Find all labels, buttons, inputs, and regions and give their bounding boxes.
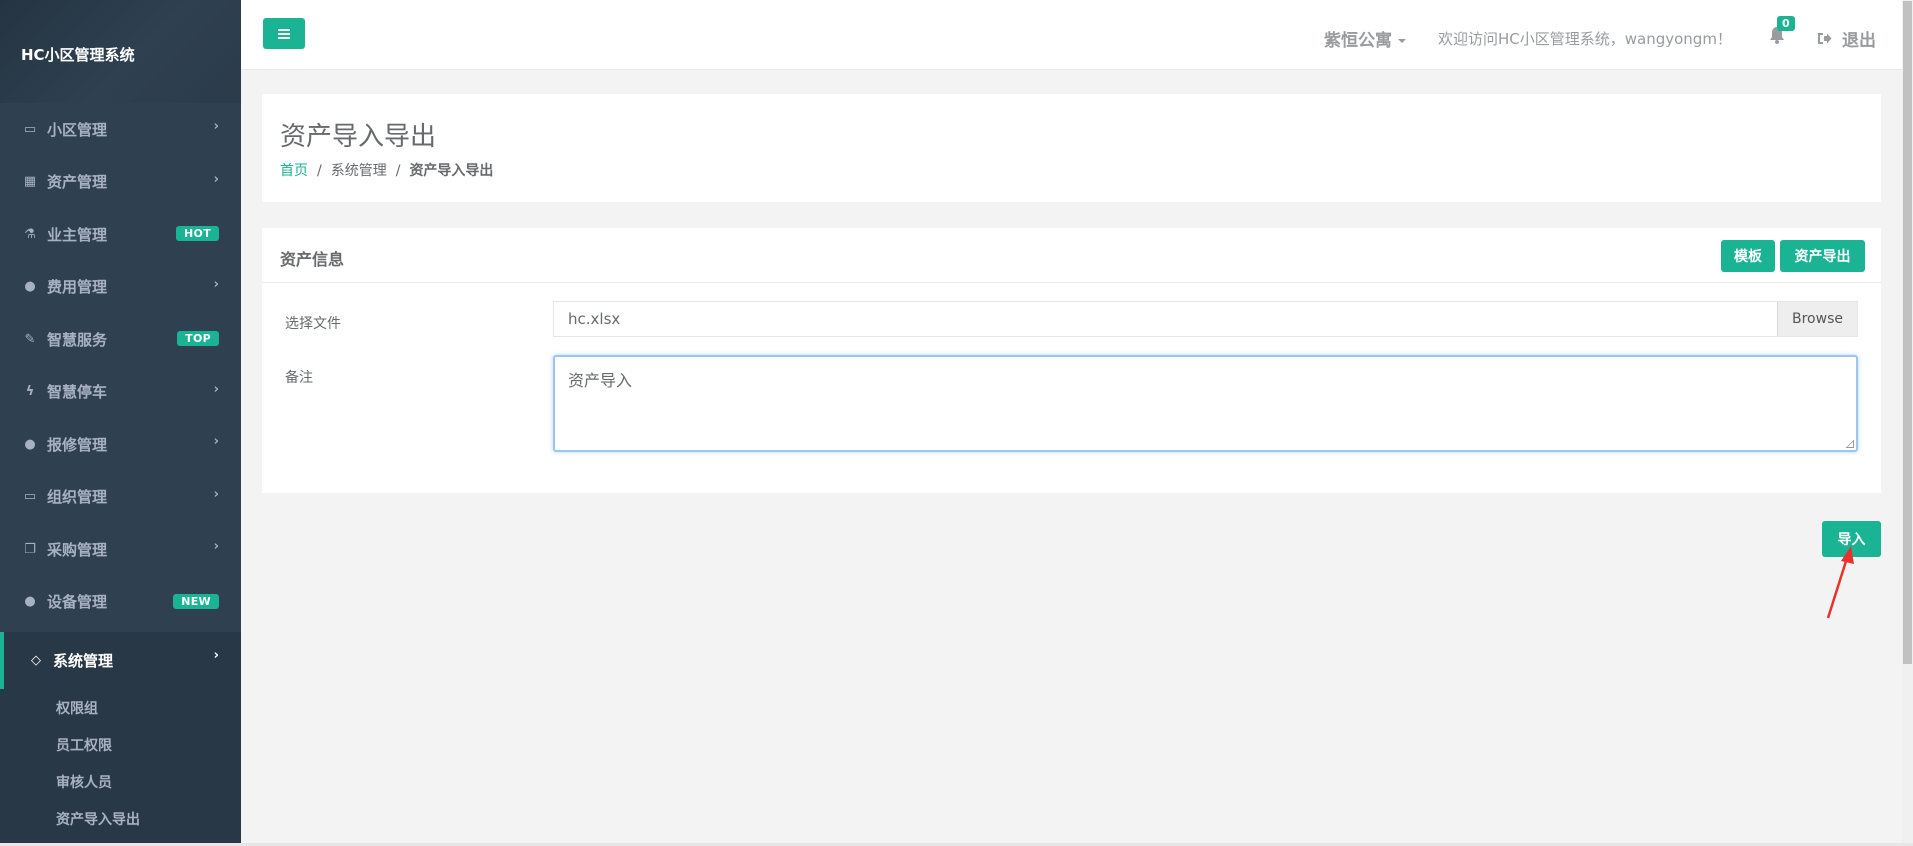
resize-handle-icon[interactable] — [1846, 440, 1854, 448]
panel-title: 资产信息 — [280, 250, 345, 269]
globe-icon: ● — [24, 436, 36, 452]
community-name: 紫恒公寓 — [1324, 31, 1392, 51]
browse-button[interactable]: Browse — [1777, 302, 1857, 336]
sidebar-badge: TOP — [177, 331, 219, 346]
vertical-scrollbar[interactable] — [1902, 0, 1913, 846]
submenu-item[interactable]: 员工权限 — [0, 726, 241, 763]
submenu-item[interactable]: 权限组 — [0, 689, 241, 726]
submenu-item[interactable]: 资产导入导出 — [0, 800, 241, 837]
globe-icon: ● — [24, 279, 36, 295]
flask-icon: ⚗ — [24, 226, 36, 242]
chevron-right-icon: › — [213, 486, 219, 502]
notification-count-badge: 0 — [1777, 16, 1795, 31]
file-input[interactable]: hc.xlsx Browse — [553, 301, 1858, 337]
sidebar-item-1[interactable]: ▭ 小区管理 › — [0, 103, 241, 156]
sidebar-item-label: 业主管理 — [47, 225, 108, 244]
community-dropdown[interactable]: 紫恒公寓 — [1324, 26, 1406, 51]
bolt-icon: ϟ — [25, 384, 35, 400]
remark-label: 备注 — [285, 370, 313, 386]
remark-value: 资产导入 — [568, 371, 633, 390]
edit-icon: ✎ — [24, 331, 36, 347]
laptop-icon: ▭ — [23, 121, 37, 137]
sidebar-item-3[interactable]: ⚗ 业主管理 HOT — [0, 208, 241, 261]
panel-header: 资产信息 模板 资产导出 — [262, 228, 1881, 283]
sidebar-nav: ▭ 小区管理 › ▦ 资产管理 › ⚗ 业主管理 HOT ● 费用管理 › ✎ 智慧服务 TOP ϟ 智慧停车 ›… — [0, 103, 241, 846]
sidebar-item-10[interactable]: ● 设备管理 NEW — [0, 576, 241, 629]
sidebar-badge: NEW — [173, 593, 219, 609]
sidebar-item-system-management[interactable]: ◇ 系统管理 › — [0, 632, 241, 689]
welcome-text: 欢迎访问HC小区管理系统，wangyongm！ — [1438, 30, 1732, 48]
globe-icon: ● — [24, 594, 36, 610]
logout-button[interactable]: 退出 — [1817, 26, 1876, 51]
system-submenu: 权限组员工权限审核人员资产导入导出修改密码 — [0, 689, 241, 846]
diamond-icon: ◇ — [31, 653, 41, 668]
file-name-value: hc.xlsx — [568, 310, 621, 328]
sidebar-badge: HOT — [176, 226, 219, 241]
page-title: 资产导入导出 — [280, 122, 437, 152]
copy-icon: ❐ — [24, 541, 36, 557]
chevron-right-icon: › — [213, 171, 219, 187]
chevron-right-icon: › — [213, 539, 219, 554]
chevron-right-icon: › — [213, 434, 219, 449]
scrollbar-thumb[interactable] — [1903, 1, 1912, 664]
grid-icon: ▦ — [23, 174, 37, 190]
breadcrumb: 首页 / 系统管理 / 资产导入导出 — [280, 160, 493, 180]
breadcrumb-parent: 系统管理 — [330, 163, 387, 179]
asset-info-panel: 资产信息 模板 资产导出 选择文件 hc.xlsx Browse 备注 资产导入 — [262, 228, 1881, 493]
sidebar-item-2[interactable]: ▦ 资产管理 › — [0, 156, 241, 209]
breadcrumb-separator: / — [395, 163, 401, 179]
breadcrumb-separator: / — [317, 163, 322, 179]
notification-bell[interactable]: 0 — [1769, 16, 1795, 48]
sign-out-icon — [1818, 33, 1832, 44]
sidebar-item-label: 资产管理 — [47, 173, 108, 192]
sidebar-item-8[interactable]: ▭ 组织管理 › — [0, 471, 241, 524]
asset-export-button[interactable]: 资产导出 — [1780, 240, 1865, 272]
brand-title: HC小区管理系统 — [0, 0, 241, 103]
chevron-right-icon: › — [213, 119, 219, 134]
sidebar-item-9[interactable]: ❐ 采购管理 › — [0, 523, 241, 576]
template-button[interactable]: 模板 — [1721, 240, 1775, 272]
sidebar-item-6[interactable]: ϟ 智慧停车 › — [0, 366, 241, 419]
sidebar: HC小区管理系统 ▭ 小区管理 › ▦ 资产管理 › ⚗ 业主管理 HOT ● 费用管理 › ✎ 智慧服务… — [0, 0, 241, 846]
page-header: 资产导入导出 首页 / 系统管理 / 资产导入导出 — [262, 94, 1881, 202]
sidebar-item-4[interactable]: ● 费用管理 › — [0, 261, 241, 314]
desktop-icon: ▭ — [23, 489, 37, 505]
sidebar-item-label: 智慧服务 — [47, 330, 108, 349]
sidebar-item-7[interactable]: ● 报修管理 › — [0, 418, 241, 471]
menu-toggle-button[interactable] — [263, 18, 305, 49]
logout-label: 退出 — [1842, 31, 1876, 51]
chevron-right-icon: › — [213, 276, 219, 292]
breadcrumb-current: 资产导入导出 — [409, 163, 494, 179]
red-arrow-annotation — [1826, 546, 1854, 619]
sidebar-item-label: 报修管理 — [47, 435, 108, 454]
sidebar-item-5[interactable]: ✎ 智慧服务 TOP — [0, 313, 241, 366]
sidebar-item-label: 费用管理 — [47, 278, 108, 297]
file-label: 选择文件 — [285, 316, 341, 332]
caret-down-icon — [1398, 39, 1406, 43]
sidebar-item-label: 系统管理 — [53, 652, 114, 670]
chevron-right-icon: › — [213, 381, 219, 397]
remark-textarea[interactable]: 资产导入 — [553, 355, 1858, 452]
sidebar-item-label: 采购管理 — [47, 540, 108, 559]
sidebar-item-label: 组织管理 — [47, 488, 108, 507]
sidebar-item-label: 设备管理 — [47, 593, 108, 612]
chevron-right-icon: › — [213, 648, 219, 663]
breadcrumb-home-link[interactable]: 首页 — [280, 163, 308, 179]
top-navbar: 紫恒公寓 欢迎访问HC小区管理系统，wangyongm！ 0 退出 — [241, 0, 1913, 70]
sidebar-item-label: 小区管理 — [47, 120, 108, 139]
sidebar-item-label: 智慧停车 — [47, 383, 108, 402]
submenu-item[interactable]: 审核人员 — [0, 763, 241, 800]
hamburger-icon — [278, 28, 290, 39]
